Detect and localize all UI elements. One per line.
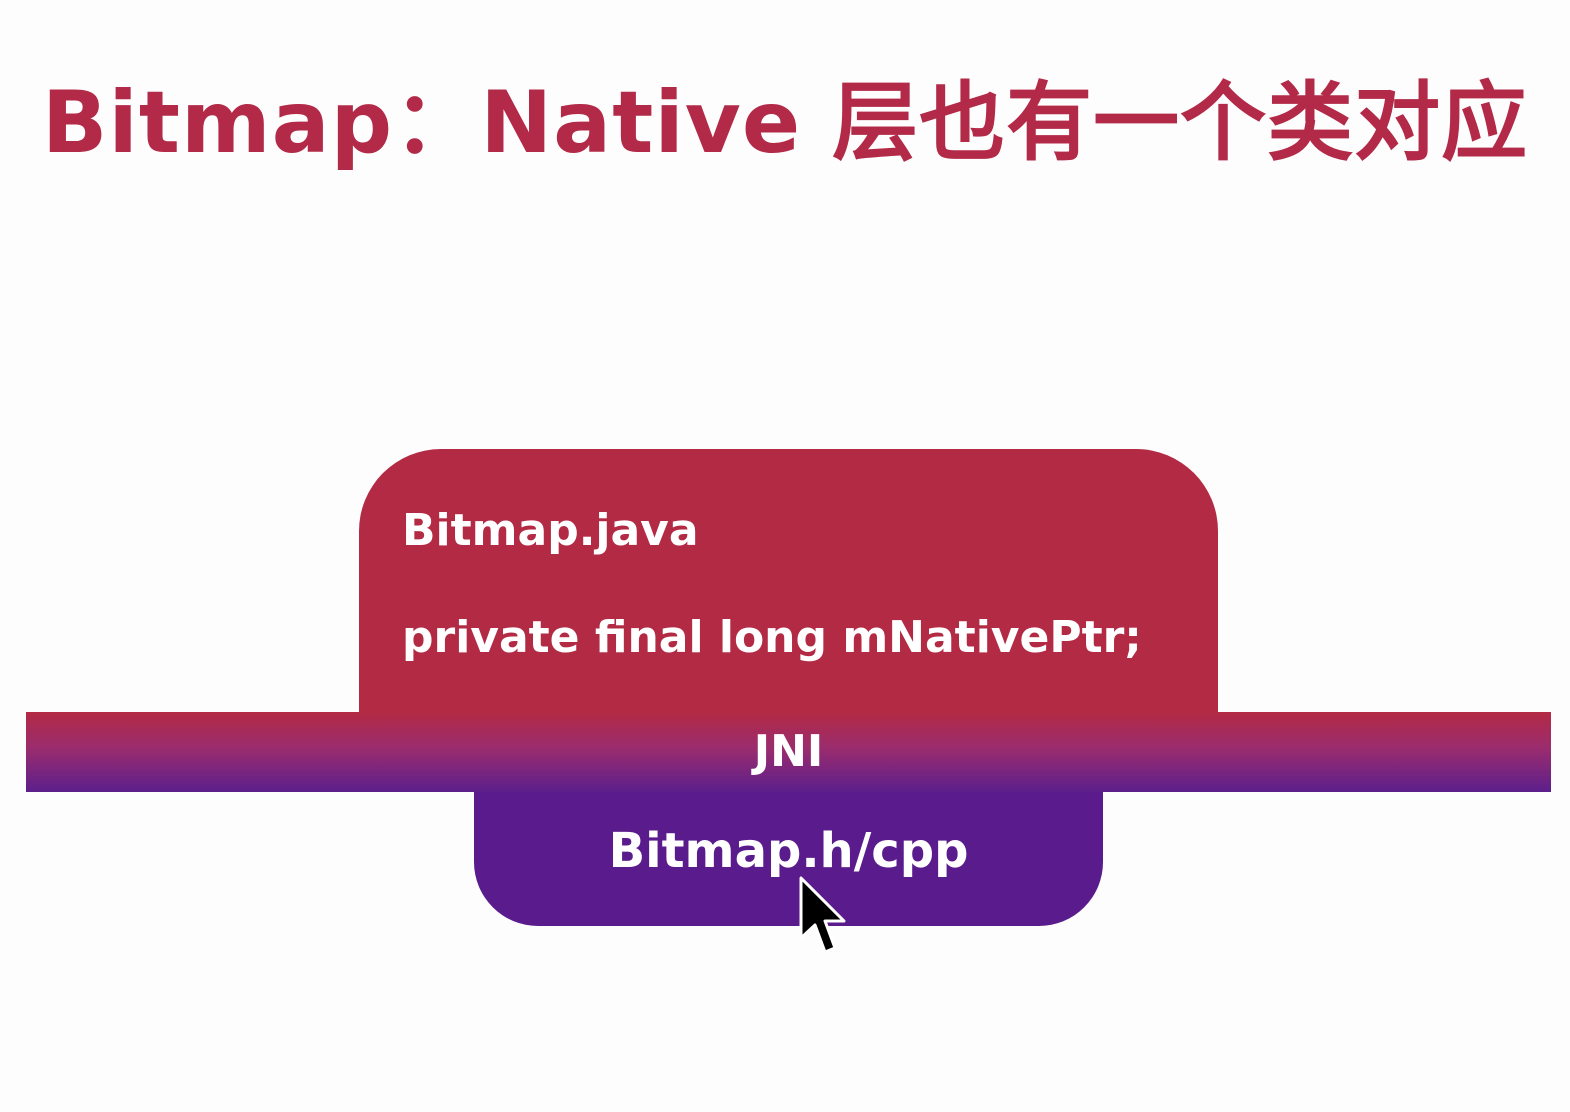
native-layer-box: Bitmap.h/cpp [474, 792, 1103, 926]
mouse-pointer-icon [799, 876, 846, 954]
java-layer-box: Bitmap.java private final long mNativePt… [359, 449, 1218, 729]
jni-bridge-band: JNI [26, 712, 1551, 792]
slide-title: Bitmap：Native 层也有一个类对应 [41, 73, 1529, 173]
java-file-label: Bitmap.java [402, 505, 699, 556]
native-pointer-field: private final long mNativePtr; [402, 612, 1142, 663]
jni-label: JNI [753, 726, 824, 777]
native-file-label: Bitmap.h/cpp [608, 823, 969, 879]
